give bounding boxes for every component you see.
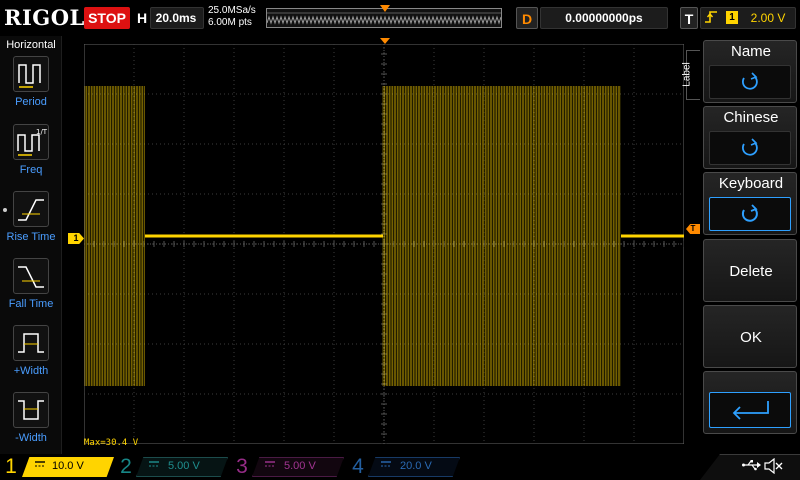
run-stop-indicator[interactable]: STOP xyxy=(84,7,130,29)
sample-rate: 25.0MSa/s xyxy=(208,5,256,16)
dc-coupling-icon xyxy=(264,459,276,472)
label-keyboard-button[interactable]: Keyboard xyxy=(703,172,797,235)
trigger-level-marker[interactable]: T xyxy=(686,224,700,234)
measure-positive-width[interactable]: +Width xyxy=(0,325,62,391)
measure-rise-time-label: Rise Time xyxy=(6,231,56,243)
delay-indicator: D xyxy=(516,7,538,29)
channel-4-scale: 20.0 V xyxy=(400,460,432,472)
enter-return-icon xyxy=(709,392,791,428)
measure-rise-time[interactable]: Rise Time xyxy=(0,191,62,257)
channel-2-status[interactable]: 2 5.00 V xyxy=(116,454,231,480)
max-voltage-readout: Max=30.4 V xyxy=(84,438,139,448)
period-measure-icon xyxy=(13,56,49,92)
usb-icon xyxy=(742,459,762,474)
trigger-level: 2.00 V xyxy=(750,11,786,25)
label-ok-button[interactable]: OK xyxy=(703,305,797,368)
trigger-indicator: T xyxy=(680,7,698,29)
channel-status-bar: 1 10.0 V 2 5.00 V 3 5.00 V 4 20.0 V xyxy=(0,454,800,480)
channel-1-ground-marker[interactable]: 1 xyxy=(68,233,84,244)
top-status-bar: RIGOL STOP H 20.0ms 25.0MSa/s 6.00M pts … xyxy=(0,0,800,36)
measure-menu: Horizontal Period 1/T Freq Rise Time Fal… xyxy=(0,36,62,454)
label-menu-tab: Label xyxy=(682,50,700,100)
channel-3-number: 3 xyxy=(236,455,248,478)
label-keyboard-text: Keyboard xyxy=(718,175,784,192)
measure-frequency[interactable]: 1/T Freq xyxy=(0,124,62,190)
channel-2-scale: 5.00 V xyxy=(168,460,200,472)
label-delete-text: Delete xyxy=(729,263,773,280)
channel-3-scale: 5.00 V xyxy=(284,460,316,472)
measure-period-label: Period xyxy=(15,96,47,108)
channel-1-status[interactable]: 1 10.0 V xyxy=(0,454,115,480)
dc-coupling-icon xyxy=(380,459,392,472)
label-name-text: Name xyxy=(730,43,771,60)
measure-frequency-label: Freq xyxy=(19,164,43,176)
label-delete-button[interactable]: Delete xyxy=(703,239,797,302)
measure-fall-time-label: Fall Time xyxy=(8,298,54,310)
svg-text:1/T: 1/T xyxy=(36,128,48,136)
dc-coupling-icon xyxy=(148,459,160,472)
trigger-source: 1 xyxy=(726,11,738,24)
measure-period[interactable]: Period xyxy=(0,56,62,122)
acquisition-info: 25.0MSa/s 6.00M pts xyxy=(208,5,256,29)
horizontal-indicator: H xyxy=(136,10,148,26)
measure-negative-width-label: -Width xyxy=(15,432,47,444)
brand-logo: RIGOL xyxy=(4,5,85,30)
measure-negative-width[interactable]: -Width xyxy=(0,392,62,458)
channel-4-number: 4 xyxy=(352,455,364,478)
label-menu-tab-text: Label xyxy=(681,62,693,87)
rotate-knob-icon xyxy=(709,65,791,99)
timebase-value: 20.0ms xyxy=(155,11,197,25)
frequency-measure-icon: 1/T xyxy=(13,124,49,160)
channel-1-scale: 10.0 V xyxy=(52,460,84,472)
channel-3-status[interactable]: 3 5.00 V xyxy=(232,454,347,480)
label-chinese-text: Chinese xyxy=(723,109,779,126)
label-enter-button[interactable] xyxy=(703,371,797,434)
channel-4-status[interactable]: 4 20.0 V xyxy=(348,454,463,480)
memory-depth: 6.00M pts xyxy=(208,17,252,28)
speaker-muted-icon[interactable] xyxy=(764,457,784,477)
rise-time-icon xyxy=(13,191,49,227)
rotate-knob-icon xyxy=(709,197,791,231)
positive-width-icon xyxy=(13,325,49,361)
measure-fall-time[interactable]: Fall Time xyxy=(0,258,62,324)
delay-value: 0.00000000ps xyxy=(565,11,643,25)
fall-time-icon xyxy=(13,258,49,294)
label-name-button[interactable]: Name xyxy=(703,40,797,103)
rising-edge-icon xyxy=(704,9,718,28)
label-ok-text: OK xyxy=(740,329,762,346)
dc-coupling-icon xyxy=(34,459,46,472)
measure-positive-width-label: +Width xyxy=(13,365,49,377)
rotate-knob-icon xyxy=(709,131,791,165)
trigger-position-top-marker xyxy=(380,5,390,12)
channel-1-number: 1 xyxy=(5,455,17,478)
negative-width-icon xyxy=(13,392,49,428)
channel-2-number: 2 xyxy=(120,455,132,478)
label-chinese-button[interactable]: Chinese xyxy=(703,106,797,169)
waveform-display[interactable] xyxy=(84,44,684,444)
measure-menu-title: Horizontal xyxy=(6,39,56,51)
